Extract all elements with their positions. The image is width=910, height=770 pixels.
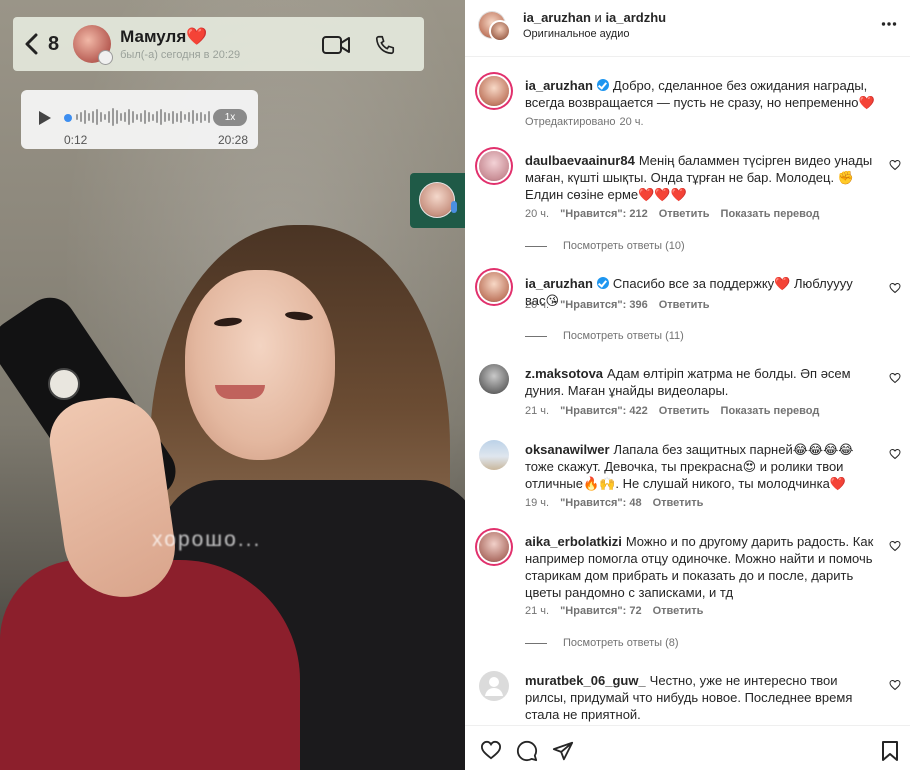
comment-likes[interactable]: "Нравится": 212 — [560, 208, 648, 220]
caption-avatar[interactable] — [479, 76, 509, 106]
playback-position-dot — [64, 114, 72, 122]
caption-meta: Отредактировано 20 ч. — [525, 116, 644, 128]
comment-meta: 20 ч. "Нравится": 396 Ответить — [525, 299, 710, 311]
comment-time: 20 ч. — [525, 208, 550, 220]
comment-time: 20 ч. — [525, 299, 550, 311]
coauthor-avatar[interactable] — [489, 20, 511, 42]
heart-icon[interactable] — [889, 372, 901, 384]
verified-badge-icon — [596, 79, 609, 91]
heart-icon[interactable] — [889, 540, 901, 552]
author-username[interactable]: ia_aruzhan — [523, 10, 591, 25]
video-call-icon — [322, 36, 350, 54]
voice-total-time: 20:28 — [218, 133, 249, 147]
comment-username[interactable]: daulbaevaainur84 — [525, 153, 635, 168]
contact-avatar — [73, 25, 114, 65]
chevron-left-icon — [25, 33, 38, 55]
reply-button[interactable]: Ответить — [659, 299, 710, 311]
comment-avatar[interactable] — [479, 364, 509, 394]
reel-video[interactable]: хорошо... 8 Мамуля❤️ был(-а) сегодня в 2… — [0, 0, 465, 770]
post-action-bar — [465, 725, 910, 770]
comment-meta: 21 ч. "Нравится": 72 Ответить — [525, 605, 703, 617]
playback-speed-badge: 1x — [213, 109, 247, 126]
reply-button[interactable]: Ответить — [653, 605, 704, 617]
comment-username[interactable]: muratbek_06_guw_ — [525, 673, 646, 688]
view-replies-button[interactable]: Посмотреть ответы (10) — [525, 240, 685, 252]
show-translation-button[interactable]: Показать перевод — [721, 208, 820, 220]
voice-message-bubble: 1x 0:12 20:28 — [21, 90, 258, 149]
comment-text-block: oksanawilwer Лапала без защитных парней😂😂… — [525, 441, 875, 492]
post-header: ia_aruzhan и ia_ardzhu Оригинальное ауди… — [465, 0, 910, 57]
default-avatar-icon[interactable] — [479, 671, 509, 701]
view-replies-button[interactable]: Посмотреть ответы (11) — [525, 330, 684, 342]
comment-username[interactable]: ia_aruzhan — [525, 276, 593, 291]
comment-text-block: aika_erbolatkizi Можно и по другому дарит… — [525, 533, 875, 601]
verified-badge-icon — [596, 277, 609, 289]
comment-avatar[interactable] — [479, 272, 509, 302]
next-reel-thumbnail[interactable] — [410, 173, 465, 228]
phone-icon — [375, 35, 395, 55]
next-reel-avatar — [419, 182, 455, 218]
view-replies-button[interactable]: Посмотреть ответы (8) — [525, 637, 679, 649]
video-subtitle: хорошо... — [152, 528, 262, 551]
comment-time: 19 ч. — [525, 497, 550, 509]
comment-avatar[interactable] — [479, 151, 509, 181]
reply-button[interactable]: Ответить — [653, 497, 704, 509]
voice-elapsed-time: 0:12 — [64, 133, 88, 147]
comment-avatar[interactable] — [479, 440, 509, 470]
comment-likes[interactable]: "Нравится": 396 — [560, 299, 648, 311]
show-translation-button[interactable]: Показать перевод — [721, 405, 820, 417]
comment-likes[interactable]: "Нравится": 72 — [560, 605, 641, 617]
caption-edited: Отредактировано — [525, 116, 616, 128]
chat-header-overlay: 8 Мамуля❤️ был(-а) сегодня в 20:29 — [13, 17, 424, 71]
comment-meta: 19 ч. "Нравится": 48 Ответить — [525, 497, 703, 509]
comment-text-block: muratbek_06_guw_ Честно, уже не интересно… — [525, 672, 875, 723]
heart-icon[interactable] — [889, 448, 901, 460]
comment-meta: 20 ч. "Нравится": 212 Ответить Показать … — [525, 208, 819, 220]
caption-time: 20 ч. — [619, 116, 644, 128]
comment-likes[interactable]: "Нравится": 48 — [560, 497, 641, 509]
play-icon — [39, 111, 51, 125]
caption-username[interactable]: ia_aruzhan — [525, 78, 593, 93]
comment-username[interactable]: aika_erbolatkizi — [525, 534, 622, 549]
audio-waveform — [76, 106, 210, 128]
video-person-mouth — [215, 385, 265, 399]
author-connector: и — [594, 10, 602, 25]
back-count: 8 — [48, 32, 60, 55]
video-person-face — [185, 270, 335, 460]
comment-avatar[interactable] — [479, 532, 509, 562]
comment-text-block: z.maksotova Адам өлтіріп жатрма не болды.… — [525, 365, 875, 399]
coauthor-username[interactable]: ia_ardzhu — [605, 10, 666, 25]
smiley-sticker-icon — [48, 368, 80, 400]
post-authors: ia_aruzhan и ia_ardzhu — [523, 10, 666, 25]
bookmark-icon[interactable] — [881, 740, 899, 762]
comment-meta: 21 ч. "Нравится": 422 Ответить Показать … — [525, 405, 819, 417]
comment-username[interactable]: z.maksotova — [525, 366, 603, 381]
video-person-shirt — [0, 560, 300, 770]
contact-name: Мамуля❤️ — [120, 27, 208, 46]
share-icon[interactable] — [552, 740, 574, 762]
more-options-icon[interactable] — [881, 16, 897, 32]
audio-link[interactable]: Оригинальное аудио — [523, 28, 630, 40]
reply-button[interactable]: Ответить — [659, 405, 710, 417]
microphone-icon — [451, 201, 457, 213]
heart-icon[interactable] — [889, 282, 901, 294]
caption-text-block: ia_aruzhan Добро, сделанное без ожидания … — [525, 77, 875, 111]
reply-button[interactable]: Ответить — [659, 208, 710, 220]
contact-status: был(-а) сегодня в 20:29 — [120, 49, 241, 61]
comment-text-block: daulbaevaainur84 Менің баламмен түсірген … — [525, 152, 875, 203]
comment-time: 21 ч. — [525, 605, 550, 617]
comment-username[interactable]: oksanawilwer — [525, 442, 610, 457]
heart-icon[interactable] — [889, 159, 901, 171]
comment-time: 21 ч. — [525, 405, 550, 417]
like-heart-icon[interactable] — [480, 740, 502, 760]
post-panel: ia_aruzhan и ia_ardzhu Оригинальное ауди… — [465, 0, 910, 770]
comment-icon[interactable] — [516, 740, 538, 762]
comment-likes[interactable]: "Нравится": 422 — [560, 405, 648, 417]
heart-icon[interactable] — [889, 679, 901, 691]
